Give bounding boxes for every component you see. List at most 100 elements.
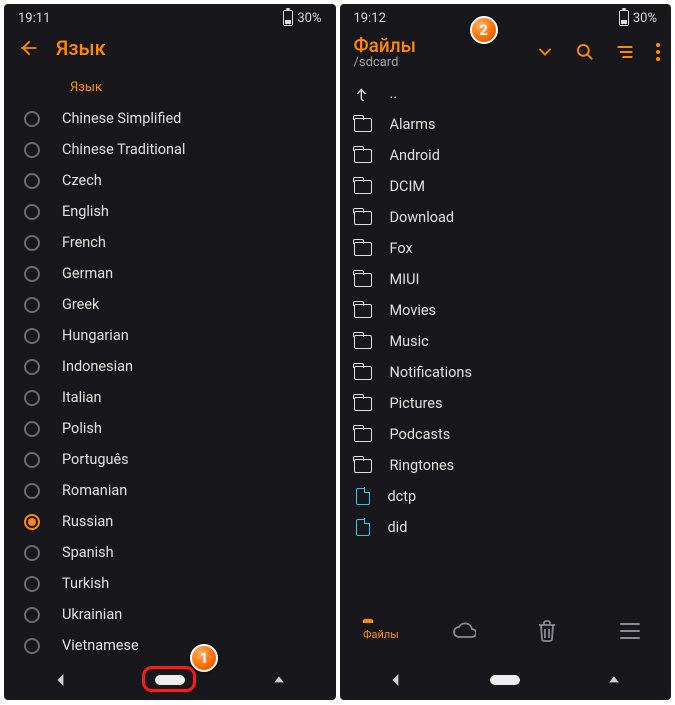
language-option[interactable]: Russian [24, 506, 336, 537]
folder-row[interactable]: Alarms [354, 109, 658, 140]
language-label: Chinese Traditional [62, 141, 185, 158]
folder-icon [354, 242, 372, 256]
language-label: Romanian [62, 482, 127, 499]
radio-icon [24, 638, 40, 654]
language-option[interactable]: Spanish [24, 537, 336, 568]
folder-row[interactable]: Movies [354, 295, 658, 326]
status-bar: 19:12 30% [340, 4, 672, 30]
left-screen: 19:11 30% Язык Язык Chinese SimplifiedCh… [4, 4, 336, 700]
folder-row[interactable]: Download [354, 202, 658, 233]
language-option[interactable]: French [24, 227, 336, 258]
language-option[interactable]: English [24, 196, 336, 227]
folder-icon [354, 273, 372, 287]
page-title: Файлы [354, 34, 536, 57]
language-option[interactable]: Vietnamese [24, 630, 336, 660]
entry-name: Android [390, 147, 440, 164]
up-directory-row[interactable]: .. [354, 78, 658, 109]
up-label: .. [390, 85, 398, 102]
language-option[interactable]: Czech [24, 165, 336, 196]
language-option[interactable]: German [24, 258, 336, 289]
up-icon [354, 86, 372, 102]
entry-name: DCIM [390, 178, 426, 195]
nav-recent-button[interactable] [594, 668, 634, 692]
search-button[interactable] [575, 42, 595, 62]
folder-icon [354, 180, 372, 194]
language-option[interactable]: Chinese Simplified [24, 103, 336, 134]
folder-row[interactable]: Ringtones [354, 450, 658, 481]
folder-row[interactable]: Fox [354, 233, 658, 264]
language-option[interactable]: Ukrainian [24, 599, 336, 630]
folder-row[interactable]: Podcasts [354, 419, 658, 450]
language-list: Chinese Simplified Chinese Traditional Cze… [4, 103, 336, 660]
language-option[interactable]: Chinese Traditional [24, 134, 336, 165]
folder-row[interactable]: Notifications [354, 357, 658, 388]
language-option[interactable]: Português [24, 444, 336, 475]
appbar: Файлы /sdcard [340, 30, 672, 76]
storage-dropdown[interactable] [535, 42, 555, 62]
folder-row[interactable]: DCIM [354, 171, 658, 202]
language-option[interactable]: Indonesian [24, 351, 336, 382]
entry-name: MIUI [390, 271, 420, 288]
page-title: Язык [56, 36, 322, 60]
language-option[interactable]: Greek [24, 289, 336, 320]
language-label: French [62, 234, 106, 251]
entry-name: Download [390, 209, 455, 226]
nav-home-button[interactable] [490, 675, 520, 685]
language-label: Polish [62, 420, 102, 437]
file-icon [356, 519, 370, 536]
language-label: Hungarian [62, 327, 129, 344]
bottom-nav: Файлы [340, 604, 672, 660]
radio-icon [24, 576, 40, 592]
folder-icon [354, 366, 372, 380]
annotation-badge-2: 2 [470, 16, 498, 44]
radio-icon [24, 235, 40, 251]
radio-icon [24, 421, 40, 437]
section-label: Язык [4, 70, 336, 103]
file-row[interactable]: dctp [354, 481, 658, 512]
language-label: Chinese Simplified [62, 110, 181, 127]
language-option[interactable]: Hungarian [24, 320, 336, 351]
battery-icon [619, 10, 629, 26]
battery-percent: 30% [633, 11, 657, 26]
language-option[interactable]: Romanian [24, 475, 336, 506]
radio-icon [24, 545, 40, 561]
language-option[interactable]: Turkish [24, 568, 336, 599]
folder-icon [354, 428, 372, 442]
back-button[interactable] [18, 38, 38, 58]
battery-percent: 30% [297, 11, 321, 26]
nav-back-button[interactable] [41, 668, 81, 692]
language-label: Russian [62, 513, 113, 530]
folder-row[interactable]: MIUI [354, 264, 658, 295]
language-label: Greek [62, 296, 99, 313]
folder-row[interactable]: Music [354, 326, 658, 357]
entry-name: Ringtones [390, 457, 455, 474]
overflow-menu-button[interactable] [655, 42, 661, 62]
folder-row[interactable]: Android [354, 140, 658, 171]
entry-name: Podcasts [390, 426, 451, 443]
entry-name: Fox [390, 240, 413, 257]
nav-home-button[interactable] [155, 675, 185, 685]
folder-icon [354, 459, 372, 473]
nav-recent-button[interactable] [259, 668, 299, 692]
tab-cloud[interactable] [422, 622, 505, 642]
language-label: Vietnamese [62, 637, 139, 654]
sort-button[interactable] [615, 42, 635, 62]
folder-row[interactable]: Pictures [354, 388, 658, 419]
tab-files[interactable]: Файлы [340, 623, 423, 642]
language-option[interactable]: Italian [24, 382, 336, 413]
entry-name: Movies [390, 302, 437, 319]
radio-icon [24, 607, 40, 623]
entry-name: Pictures [390, 395, 443, 412]
folder-icon [354, 211, 372, 225]
radio-icon [24, 111, 40, 127]
tab-menu[interactable] [588, 622, 671, 642]
folder-icon [354, 149, 372, 163]
language-label: Spanish [62, 544, 114, 561]
radio-icon [24, 359, 40, 375]
folder-icon [354, 335, 372, 349]
tab-trash[interactable] [505, 620, 588, 644]
file-row[interactable]: did [354, 512, 658, 543]
language-label: Português [62, 451, 129, 468]
nav-back-button[interactable] [376, 668, 416, 692]
language-option[interactable]: Polish [24, 413, 336, 444]
